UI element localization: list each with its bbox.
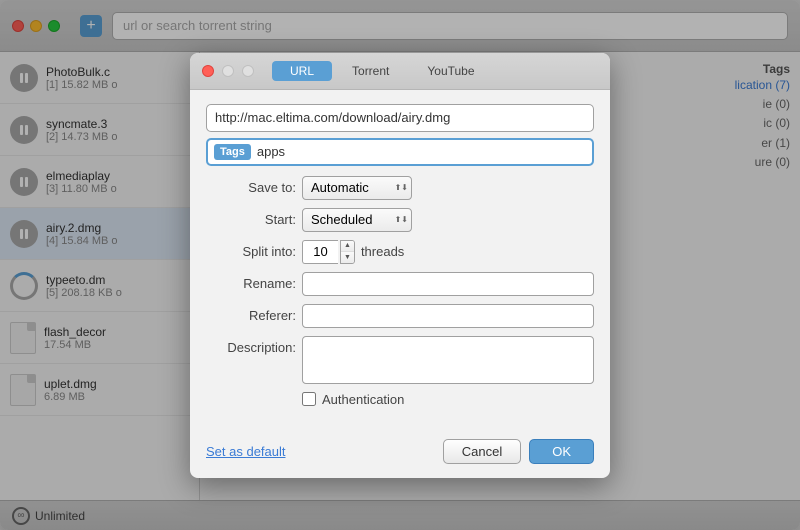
threads-input[interactable] <box>302 240 338 264</box>
cancel-button[interactable]: Cancel <box>443 439 521 464</box>
description-label: Description: <box>206 340 296 355</box>
split-label: Split into: <box>206 244 296 259</box>
overlay: URL Torrent YouTube Tags apps Save to: A… <box>0 0 800 530</box>
save-to-row: Save to: Automatic <box>206 176 594 200</box>
rename-label: Rename: <box>206 276 296 291</box>
auth-row: Authentication <box>206 392 594 407</box>
dialog-titlebar: URL Torrent YouTube <box>190 53 610 90</box>
rename-input[interactable] <box>302 272 594 296</box>
tab-torrent[interactable]: Torrent <box>334 61 407 81</box>
description-input[interactable] <box>302 336 594 384</box>
url-input[interactable] <box>206 104 594 132</box>
auth-label: Authentication <box>322 392 404 407</box>
start-row: Start: Scheduled <box>206 208 594 232</box>
referer-input[interactable] <box>302 304 594 328</box>
dialog-maximize-button[interactable] <box>242 65 254 77</box>
set-default-link[interactable]: Set as default <box>206 444 286 459</box>
start-label: Start: <box>206 212 296 227</box>
referer-row: Referer: <box>206 304 594 328</box>
start-select[interactable]: Scheduled <box>302 208 412 232</box>
save-to-select[interactable]: Automatic <box>302 176 412 200</box>
stepper-down[interactable]: ▼ <box>341 252 354 263</box>
tags-input-row: Tags apps <box>206 138 594 166</box>
dialog-close-button[interactable] <box>202 65 214 77</box>
dialog: URL Torrent YouTube Tags apps Save to: A… <box>190 53 610 478</box>
tags-input-value[interactable]: apps <box>257 144 285 159</box>
tab-bar: URL Torrent YouTube <box>272 61 493 81</box>
footer-buttons: Cancel OK <box>443 439 594 464</box>
split-stepper: ▲ ▼ <box>302 240 355 264</box>
threads-label: threads <box>361 244 404 259</box>
split-row: Split into: ▲ ▼ threads <box>206 240 594 264</box>
description-row: Description: <box>206 336 594 384</box>
tags-badge: Tags <box>214 144 251 160</box>
stepper-up[interactable]: ▲ <box>341 241 354 253</box>
tab-url[interactable]: URL <box>272 61 332 81</box>
save-to-label: Save to: <box>206 180 296 195</box>
dialog-minimize-button[interactable] <box>222 65 234 77</box>
ok-button[interactable]: OK <box>529 439 594 464</box>
tab-youtube[interactable]: YouTube <box>409 61 492 81</box>
auth-checkbox[interactable] <box>302 392 316 406</box>
dialog-footer: Set as default Cancel OK <box>190 431 610 478</box>
save-to-select-wrapper: Automatic <box>302 176 412 200</box>
start-select-wrapper: Scheduled <box>302 208 412 232</box>
rename-row: Rename: <box>206 272 594 296</box>
dialog-content: Tags apps Save to: Automatic Start: Sche… <box>190 90 610 431</box>
stepper-buttons: ▲ ▼ <box>340 240 355 264</box>
referer-label: Referer: <box>206 308 296 323</box>
